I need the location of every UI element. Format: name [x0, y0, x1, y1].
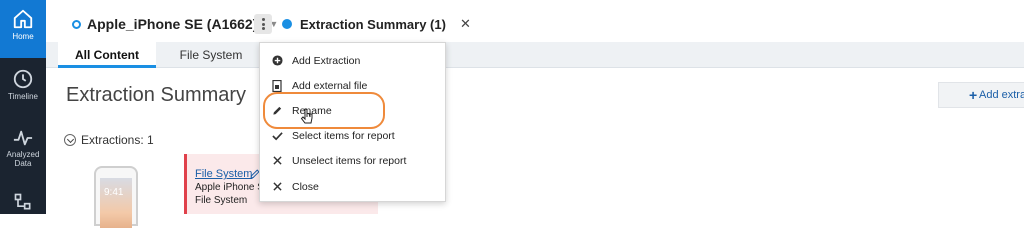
menu-item-label: Add Extraction: [292, 54, 361, 67]
rail-item-timeline[interactable]: Timeline: [0, 62, 46, 110]
menu-item-label: Unselect items for report: [292, 154, 407, 167]
left-nav-rail: Home Timeline Analyzed Data: [0, 0, 46, 214]
hierarchy-icon: [14, 193, 31, 210]
mouse-pointer-icon: [300, 108, 313, 124]
tab-file-system[interactable]: File System: [166, 42, 256, 68]
extraction-type: File System: [195, 195, 248, 206]
file-add-icon: [271, 79, 283, 92]
page-title: Extraction Summary: [66, 84, 247, 106]
pulse-icon: [13, 130, 33, 146]
menu-item-add-extraction[interactable]: Add Extraction: [260, 48, 445, 73]
device-screen: [100, 178, 132, 228]
menu-item-label: Select items for report: [292, 129, 395, 142]
device-tab-bar: Apple_iPhone SE (A1662) ▼ Extraction Sum…: [46, 0, 1024, 48]
clock-icon: [13, 69, 33, 89]
plus-circle-icon: [271, 55, 283, 67]
device-tab-label: Apple_iPhone SE (A1662): [87, 16, 258, 32]
rail-label-analyzed-data: Analyzed Data: [6, 150, 40, 168]
extractions-header[interactable]: Extractions: 1: [64, 133, 154, 147]
extraction-link[interactable]: File System: [195, 168, 252, 180]
tab-all-content[interactable]: All Content: [58, 42, 156, 68]
home-icon: [13, 9, 33, 29]
menu-item-close[interactable]: Close: [260, 174, 445, 199]
rail-item-analyzed-data[interactable]: Analyzed Data: [0, 122, 46, 176]
device-status-icon: [72, 19, 81, 29]
check-icon: [271, 130, 283, 142]
rail-label-timeline: Timeline: [8, 92, 38, 101]
rail-label-home: Home: [12, 32, 34, 41]
x-icon: [271, 181, 283, 193]
device-tab[interactable]: Apple_iPhone SE (A1662) ▼: [72, 14, 278, 34]
extraction-summary-tab[interactable]: Extraction Summary (1) ✕: [282, 14, 471, 34]
menu-item-unselect-items-for-report[interactable]: Unselect items for report: [260, 148, 445, 173]
menu-item-label: Add external file: [292, 79, 368, 92]
add-extraction-button-label: Add extra: [979, 89, 1024, 101]
more-vertical-icon: [256, 15, 270, 33]
menu-item-label: Close: [292, 180, 319, 193]
x-icon: [271, 155, 283, 167]
plus-icon: +: [969, 87, 978, 103]
device-screen-time: 9:41: [104, 187, 124, 198]
extraction-summary-tab-label: Extraction Summary (1): [300, 16, 446, 32]
rail-item-hierarchy[interactable]: [0, 188, 46, 214]
rail-item-home[interactable]: Home: [0, 0, 46, 58]
kebab-menu-button[interactable]: [254, 14, 272, 34]
content-subtabs: All Content File System: [46, 42, 1024, 68]
tab-dot-icon: [282, 19, 292, 29]
extraction-device-name: Apple iPhone S: [195, 182, 264, 193]
rename-highlight-annotation: [263, 92, 385, 129]
extractions-count-label: Extractions: 1: [81, 133, 154, 147]
device-image: 9:41: [94, 166, 138, 228]
close-tab-icon[interactable]: ✕: [460, 16, 471, 32]
collapse-chevron-icon[interactable]: [64, 134, 76, 146]
add-extraction-button[interactable]: + Add extra: [938, 82, 1024, 108]
